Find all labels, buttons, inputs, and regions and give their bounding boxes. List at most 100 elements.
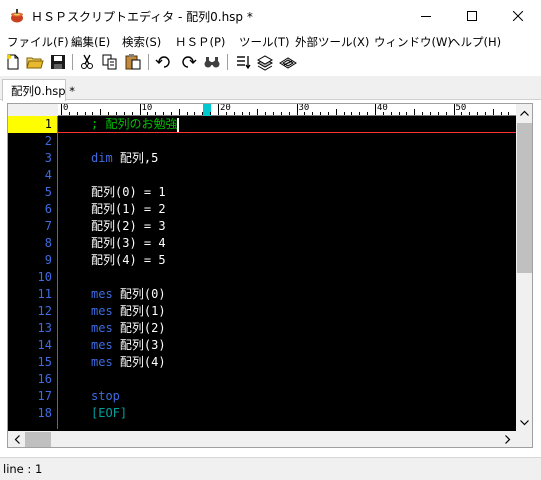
code-token: 配列(3)	[119, 338, 166, 352]
scroll-up-button[interactable]	[516, 104, 532, 121]
code-token: 配列(0) = 1	[91, 185, 166, 199]
line-number: 2	[44, 134, 52, 148]
code-line[interactable]: mes 配列(2)	[91, 320, 166, 337]
vertical-scrollbar[interactable]	[516, 104, 532, 431]
code-token: 配列(1)	[119, 304, 166, 318]
minimize-button[interactable]	[403, 0, 449, 31]
hsp-pot-icon[interactable]	[9, 8, 25, 24]
horizontal-scroll-thumb[interactable]	[25, 432, 51, 447]
scroll-down-button[interactable]	[516, 414, 532, 431]
ruler-tick	[492, 109, 494, 115]
open-folder-icon[interactable]	[26, 53, 44, 71]
scrollbar-corner	[516, 431, 532, 447]
ruler-tick	[233, 112, 235, 115]
code-token: 配列(0)	[119, 287, 166, 301]
save-icon[interactable]	[49, 53, 67, 71]
code-line[interactable]: 配列(1) = 2	[91, 201, 166, 218]
ruler-tick	[484, 112, 486, 115]
ruler-tick	[115, 112, 117, 115]
menu-search[interactable]: 検索(S)	[122, 34, 161, 50]
line-number: 16	[37, 372, 52, 386]
ruler-gutter	[8, 104, 58, 116]
cut-icon[interactable]	[78, 53, 96, 71]
horizontal-scrollbar[interactable]	[8, 431, 516, 447]
undo-icon[interactable]	[155, 53, 173, 71]
copy-icon[interactable]	[101, 53, 119, 71]
menu-tools[interactable]: ツール(T)	[239, 34, 290, 50]
code-line[interactable]: stop	[91, 388, 120, 405]
code-line[interactable]: 配列(2) = 3	[91, 218, 166, 235]
ruler-tick	[241, 112, 243, 115]
status-bar: line : 1	[0, 457, 541, 480]
menu-external-tools[interactable]: 外部ツール(X)	[295, 34, 369, 50]
ruler-label: 40	[377, 103, 388, 113]
menu-window[interactable]: ウィンドウ(W)	[374, 34, 452, 50]
tab-strip: 配列0.hsp *	[0, 76, 541, 101]
code-token: [EOF]	[91, 406, 128, 420]
ruler-tick	[249, 112, 251, 115]
ruler-tick	[155, 112, 157, 115]
code-editor[interactable]: 0 10 20 30 40 50 1 2 3 4 5 6 7 8 9 10 11 12 13 14 15 16 17 18 …	[7, 103, 533, 448]
scroll-right-button[interactable]	[499, 431, 516, 447]
find-icon[interactable]	[203, 53, 221, 71]
new-file-icon[interactable]	[4, 53, 22, 71]
close-icon	[513, 10, 523, 21]
code-line[interactable]: mes 配列(0)	[91, 286, 166, 303]
paste-icon[interactable]	[124, 53, 142, 71]
tab-file[interactable]: 配列0.hsp *	[2, 79, 75, 101]
chevron-right-icon	[504, 435, 510, 444]
run-icon[interactable]	[234, 53, 252, 71]
scroll-left-button[interactable]	[8, 431, 25, 447]
menu-file[interactable]: ファイル(F)	[7, 34, 69, 50]
code-area[interactable]: ; 配列のお勉強 dim 配列,5 配列(0) = 1 配列(1) = 2 配列(2) …	[58, 116, 516, 429]
code-line[interactable]: mes 配列(1)	[91, 303, 166, 320]
title-bar[interactable]: ＨＳＰスクリプトエディタ - 配列0.hsp *	[0, 0, 541, 31]
code-line[interactable]: mes 配列(3)	[91, 337, 166, 354]
ruler-label: 0	[63, 103, 69, 113]
code-line[interactable]: 配列(4) = 5	[91, 252, 166, 269]
ruler-tick	[327, 112, 329, 115]
line-number: 13	[37, 321, 52, 335]
code-line[interactable]: ; 配列のお勉強	[91, 116, 180, 133]
line-number: 11	[37, 287, 52, 301]
window-title: ＨＳＰスクリプトエディタ - 配列0.hsp *	[31, 10, 253, 24]
redo-icon[interactable]	[179, 53, 197, 71]
code-token: ; 配列のお勉強	[91, 117, 178, 131]
ruler-tick	[398, 112, 400, 115]
line-number: 15	[37, 355, 52, 369]
line-number: 7	[44, 219, 52, 233]
close-button[interactable]	[495, 0, 541, 31]
ruler-tick	[163, 112, 165, 115]
ruler-tick	[296, 104, 298, 115]
status-line-indicator: line : 1	[3, 462, 43, 476]
ruler-tick	[320, 112, 322, 115]
code-line[interactable]: mes 配列(4)	[91, 354, 166, 371]
menu-edit[interactable]: 編集(E)	[71, 34, 110, 50]
ruler-tick	[351, 112, 353, 115]
menu-hsp[interactable]: ＨＳＰ(P)	[175, 34, 225, 50]
ruler-tick	[390, 112, 392, 115]
code-token: dim	[91, 151, 120, 165]
ruler-tick	[469, 112, 471, 115]
line-number-gutter: 1 2 3 4 5 6 7 8 9 10 11 12 13 14 15 16 17 18	[8, 116, 57, 429]
ruler-label: 10	[141, 103, 153, 113]
ruler-tick	[170, 112, 172, 115]
vertical-scroll-thumb[interactable]	[517, 123, 532, 273]
compile-icon[interactable]	[256, 53, 274, 71]
ruler-tick	[218, 104, 219, 115]
code-line[interactable]: dim 配列,5	[91, 150, 158, 167]
code-line[interactable]: [EOF]	[91, 405, 127, 422]
chevron-up-icon	[520, 110, 529, 116]
menu-help[interactable]: ヘルプ(H)	[449, 34, 501, 50]
ruler-tick	[272, 112, 274, 115]
build-icon[interactable]	[279, 53, 297, 71]
maximize-button[interactable]	[449, 0, 495, 31]
toolbar	[0, 51, 541, 73]
line-number: 18	[37, 406, 52, 420]
ruler-label: 50	[455, 103, 467, 113]
ruler-tick	[265, 112, 267, 115]
ruler-tick	[508, 112, 510, 115]
code-token: 配列(4) = 5	[91, 253, 166, 267]
code-line[interactable]: 配列(0) = 1	[91, 184, 166, 201]
code-line[interactable]: 配列(3) = 4	[91, 235, 166, 252]
